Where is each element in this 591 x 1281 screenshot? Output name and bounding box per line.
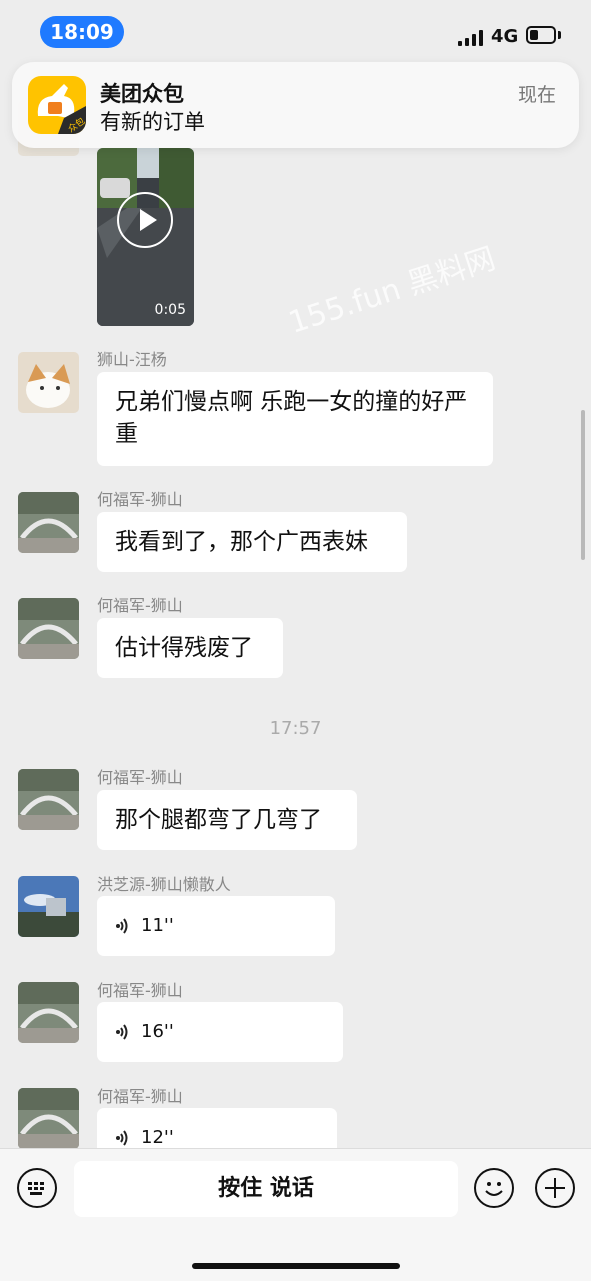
emoji-icon[interactable]	[474, 1168, 514, 1208]
keyboard-icon[interactable]	[17, 1168, 57, 1208]
sender-avatar[interactable]	[18, 982, 79, 1043]
hold-to-talk-button[interactable]: 按住 说话	[74, 1161, 458, 1217]
video-duration: 0:05	[154, 302, 186, 318]
bridge-avatar-image	[18, 492, 79, 553]
play-icon[interactable]	[117, 192, 173, 248]
notification-title: 美团众包	[100, 82, 184, 106]
voice-duration: 12''	[141, 1127, 174, 1148]
text-message[interactable]: 那个腿都弯了几弯了	[97, 790, 357, 850]
message-timestamp: 17:57	[269, 718, 322, 739]
voice-wave-icon	[116, 1024, 128, 1040]
text-message[interactable]: 估计得残废了	[97, 618, 283, 678]
bridge-avatar-image	[18, 769, 79, 830]
home-indicator[interactable]	[192, 1263, 400, 1269]
sender-avatar[interactable]	[18, 352, 79, 413]
notification-message: 有新的订单	[100, 110, 205, 134]
chat-history[interactable]: 0:05 155.fun 黑料网 狮山-汪杨 兄弟们慢点啊 乐跑一女的撞的好严重…	[0, 0, 591, 1148]
bridge-avatar-image	[18, 982, 79, 1043]
app-icon: 众包	[28, 76, 86, 134]
sender-name: 洪芝源-狮山懒散人	[97, 875, 231, 894]
watermark: 155.fun 黑料网	[284, 241, 500, 341]
keyboard-glyph	[28, 1182, 44, 1195]
text-message[interactable]: 我看到了，那个广西表妹	[97, 512, 407, 572]
sender-avatar[interactable]	[18, 492, 79, 553]
sender-avatar[interactable]	[18, 769, 79, 830]
voice-wave-icon	[116, 918, 128, 934]
sender-avatar[interactable]	[18, 1088, 79, 1148]
bridge-avatar-image	[18, 1088, 79, 1148]
sender-avatar[interactable]	[18, 876, 79, 937]
plus-glyph	[545, 1178, 565, 1198]
video-message[interactable]: 0:05	[97, 148, 194, 326]
voice-duration: 16''	[141, 1021, 174, 1042]
sender-name: 何福军-狮山	[97, 596, 183, 615]
sender-name: 何福军-狮山	[97, 490, 183, 509]
plus-icon[interactable]	[535, 1168, 575, 1208]
smiley-glyph	[485, 1182, 503, 1196]
voice-duration: 11''	[141, 915, 174, 936]
sender-name: 狮山-汪杨	[97, 350, 167, 369]
text-message[interactable]: 兄弟们慢点啊 乐跑一女的撞的好严重	[97, 372, 493, 466]
voice-message[interactable]: 12''	[97, 1108, 337, 1148]
voice-message[interactable]: 11''	[97, 896, 335, 956]
voice-wave-icon	[116, 1130, 128, 1146]
sender-name: 何福军-狮山	[97, 768, 183, 787]
sender-name: 何福军-狮山	[97, 981, 183, 1000]
sky-avatar-image	[18, 876, 79, 937]
voice-message[interactable]: 16''	[97, 1002, 343, 1062]
bridge-avatar-image	[18, 598, 79, 659]
sender-avatar[interactable]	[18, 598, 79, 659]
cat-avatar-image	[18, 352, 79, 413]
chat-input-bar: 按住 说话	[0, 1148, 591, 1281]
notification-time: 现在	[518, 84, 557, 106]
sender-name: 何福军-狮山	[97, 1087, 183, 1106]
notification-banner[interactable]: 众包 美团众包 有新的订单 现在	[12, 62, 579, 148]
scrollbar[interactable]	[581, 410, 585, 560]
